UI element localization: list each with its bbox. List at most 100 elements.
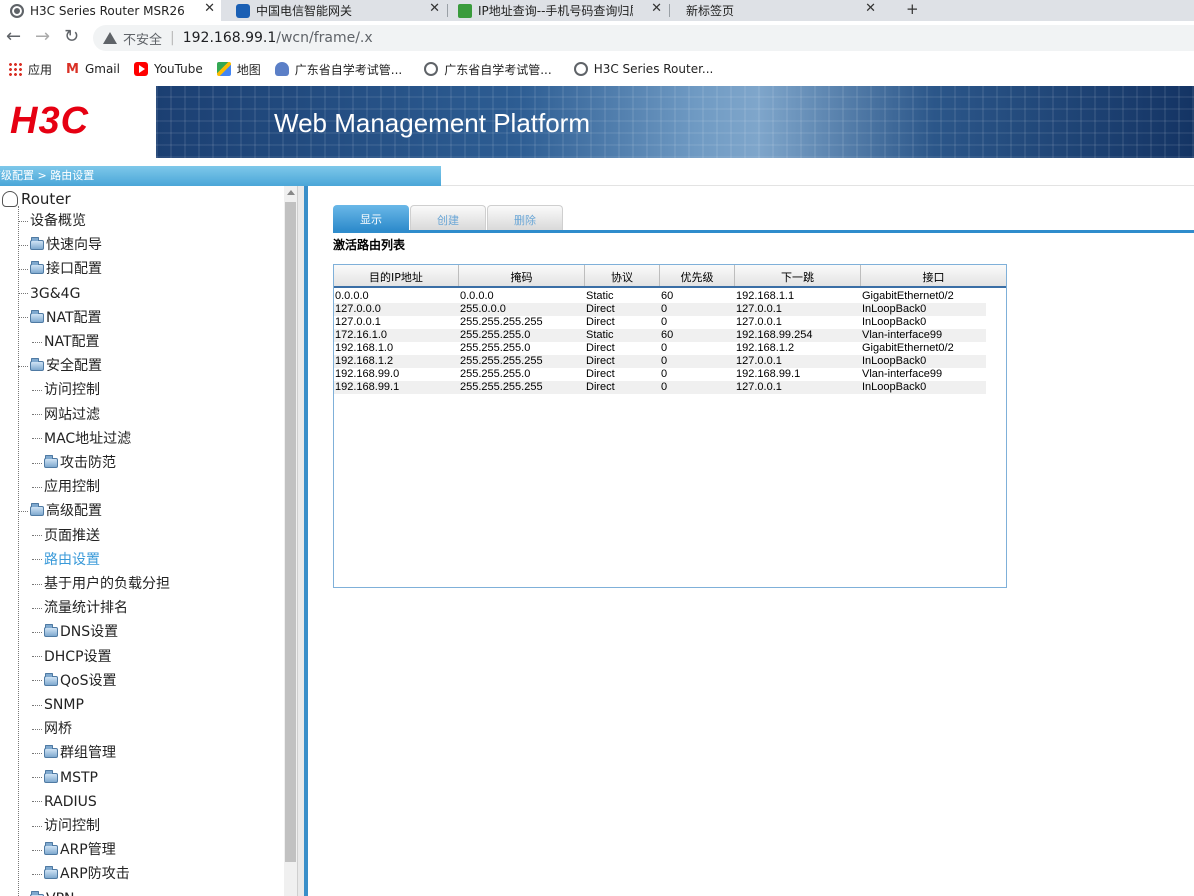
- table-cell: 255.0.0.0: [460, 303, 506, 315]
- scroll-thumb[interactable]: [285, 202, 296, 862]
- browser-tab-h3c[interactable]: H3C Series Router MSR26-00 ✕: [0, 0, 221, 21]
- table-row[interactable]: 127.0.0.1 255.255.255.255 Direct 0 127.0.0.1…: [334, 316, 986, 329]
- bookmark-h3c[interactable]: H3C Series Router...: [573, 62, 714, 76]
- table-cell: 192.168.1.2: [736, 342, 795, 354]
- tree-connector: [18, 244, 28, 246]
- tree-connector: [32, 849, 42, 851]
- folder-icon: [44, 769, 58, 783]
- sidebar-item[interactable]: 安全配置: [18, 355, 102, 377]
- sidebar-item[interactable]: SNMP: [32, 694, 84, 716]
- sidebar-item[interactable]: QoS设置: [32, 670, 116, 692]
- column-header[interactable]: 掩码: [459, 265, 585, 286]
- folder-icon: [30, 503, 44, 517]
- close-tab-icon[interactable]: ✕: [651, 1, 662, 16]
- folder-icon: [44, 624, 58, 638]
- tree-connector: [32, 559, 42, 561]
- bookmark-label: H3C Series Router...: [593, 62, 714, 76]
- sidebar-item[interactable]: 基于用户的负载分担: [32, 573, 170, 595]
- tree-root-router[interactable]: Router: [2, 188, 71, 210]
- tree-connector: [32, 656, 42, 658]
- sidebar-item[interactable]: ARP防攻击: [32, 863, 130, 885]
- sidebar-item[interactable]: ARP管理: [32, 839, 116, 861]
- tree-scrollbar[interactable]: [284, 186, 297, 896]
- sidebar-item[interactable]: DHCP设置: [32, 646, 112, 668]
- sidebar-item[interactable]: MAC地址过滤: [32, 428, 131, 450]
- sidebar-item[interactable]: 页面推送: [32, 525, 100, 547]
- sidebar-item[interactable]: 高级配置: [18, 500, 102, 522]
- sidebar-item[interactable]: RADIUS: [32, 791, 97, 813]
- sidebar-item[interactable]: 快速向导: [18, 234, 102, 256]
- security-status[interactable]: 不安全: [123, 29, 162, 48]
- sidebar-item[interactable]: 访问控制: [32, 379, 100, 401]
- table-row[interactable]: 192.168.99.1 255.255.255.255 Direct 0 127.0.…: [334, 381, 986, 394]
- sidebar-item[interactable]: 流量统计排名: [32, 597, 128, 619]
- close-tab-icon[interactable]: ✕: [429, 1, 440, 16]
- close-tab-icon[interactable]: ✕: [204, 1, 215, 16]
- column-header[interactable]: 协议: [585, 265, 660, 286]
- bookmark-maps[interactable]: 地图: [216, 61, 261, 78]
- forward-button[interactable]: →: [35, 28, 50, 46]
- globe-icon: [10, 3, 24, 18]
- column-header[interactable]: 接口: [861, 265, 1006, 286]
- sidebar-item[interactable]: 接口配置: [18, 258, 102, 280]
- sidebar-item[interactable]: 网站过滤: [32, 404, 100, 426]
- bookmark-youtube[interactable]: YouTube: [133, 62, 203, 76]
- tab-display[interactable]: 显示: [333, 205, 409, 230]
- sidebar-item[interactable]: DNS设置: [32, 621, 118, 643]
- gmail-icon: M: [66, 62, 79, 77]
- table-cell: InLoopBack0: [862, 355, 927, 367]
- column-header[interactable]: 目的IP地址: [334, 265, 459, 286]
- bookmark-gmail[interactable]: M Gmail: [66, 62, 120, 77]
- table-cell: 0: [661, 342, 668, 354]
- scroll-up-arrow-icon[interactable]: [287, 190, 295, 195]
- tree-connector: [32, 341, 42, 343]
- address-bar[interactable]: 不安全 | 192.168.99.1 /wcn/frame/.x: [93, 25, 1194, 51]
- table-row[interactable]: 192.168.99.0 255.255.255.0 Direct 0 192.168.…: [334, 368, 986, 381]
- tab-delete[interactable]: 删除: [487, 205, 563, 230]
- sidebar-item[interactable]: 路由设置: [32, 549, 100, 571]
- bookmark-label: 地图: [236, 62, 261, 77]
- sidebar-item[interactable]: 设备概览: [18, 210, 86, 232]
- tree-connector: [32, 583, 42, 585]
- bookmark-exam-2[interactable]: 广东省自学考试管...: [424, 61, 552, 78]
- browser-tab-new[interactable]: 新标签页 ✕: [670, 0, 890, 21]
- bookmark-apps[interactable]: 应用: [8, 61, 52, 78]
- table-cell: GigabitEthernet0/2: [862, 342, 954, 354]
- sidebar-item[interactable]: 访问控制: [32, 815, 100, 837]
- sidebar-item-label: 高级配置: [46, 503, 102, 520]
- table-cell: 0: [661, 316, 668, 328]
- sidebar-item[interactable]: NAT配置: [18, 307, 102, 329]
- sidebar-item[interactable]: 应用控制: [32, 476, 100, 498]
- browser-tab-ip-lookup[interactable]: IP地址查询--手机号码查询归属地 ✕: [448, 0, 668, 21]
- sidebar-item[interactable]: 网桥: [32, 718, 72, 740]
- browser-tab-telecom[interactable]: 中国电信智能网关 ✕: [226, 0, 446, 21]
- sidebar-item[interactable]: MSTP: [32, 767, 98, 789]
- table-row[interactable]: 192.168.1.2 255.255.255.255 Direct 0 127.0.0…: [334, 355, 986, 368]
- table-cell: 192.168.99.254: [736, 329, 813, 341]
- table-cell: Static: [586, 329, 614, 341]
- bookmark-exam-1[interactable]: 广东省自学考试管...: [274, 61, 402, 78]
- sidebar-item[interactable]: VPN: [18, 888, 75, 896]
- table-row[interactable]: 172.16.1.0 255.255.255.0 Static 60 192.168.9…: [334, 329, 986, 342]
- sidebar-item[interactable]: 群组管理: [32, 742, 116, 764]
- tab-title: 中国电信智能网关: [256, 4, 353, 18]
- new-tab-button[interactable]: +: [906, 0, 919, 18]
- frame-divider[interactable]: [297, 186, 304, 896]
- back-button[interactable]: ←: [6, 28, 21, 46]
- tab-create[interactable]: 创建: [410, 205, 486, 230]
- tree-connector: [32, 728, 42, 730]
- close-tab-icon[interactable]: ✕: [865, 1, 876, 16]
- table-row[interactable]: 127.0.0.0 255.0.0.0 Direct 0 127.0.0.1 InLoop…: [334, 303, 986, 316]
- table-cell: 60: [661, 290, 674, 302]
- table-row[interactable]: 0.0.0.0 0.0.0.0 Static 60 192.168.1.1 Gigabit…: [334, 290, 986, 303]
- sidebar-item[interactable]: 攻击防范: [32, 452, 116, 474]
- table-cell: Direct: [586, 381, 615, 393]
- reload-button[interactable]: ↻: [64, 28, 79, 46]
- header-banner: Web Management Platform: [156, 86, 1194, 158]
- sidebar-item[interactable]: 3G&4G: [18, 283, 80, 305]
- sidebar-item[interactable]: NAT配置: [32, 331, 100, 353]
- column-header[interactable]: 优先级: [660, 265, 735, 286]
- table-row[interactable]: 192.168.1.0 255.255.255.0 Direct 0 192.168.1…: [334, 342, 986, 355]
- url-separator: |: [170, 30, 175, 46]
- column-header[interactable]: 下一跳: [735, 265, 861, 286]
